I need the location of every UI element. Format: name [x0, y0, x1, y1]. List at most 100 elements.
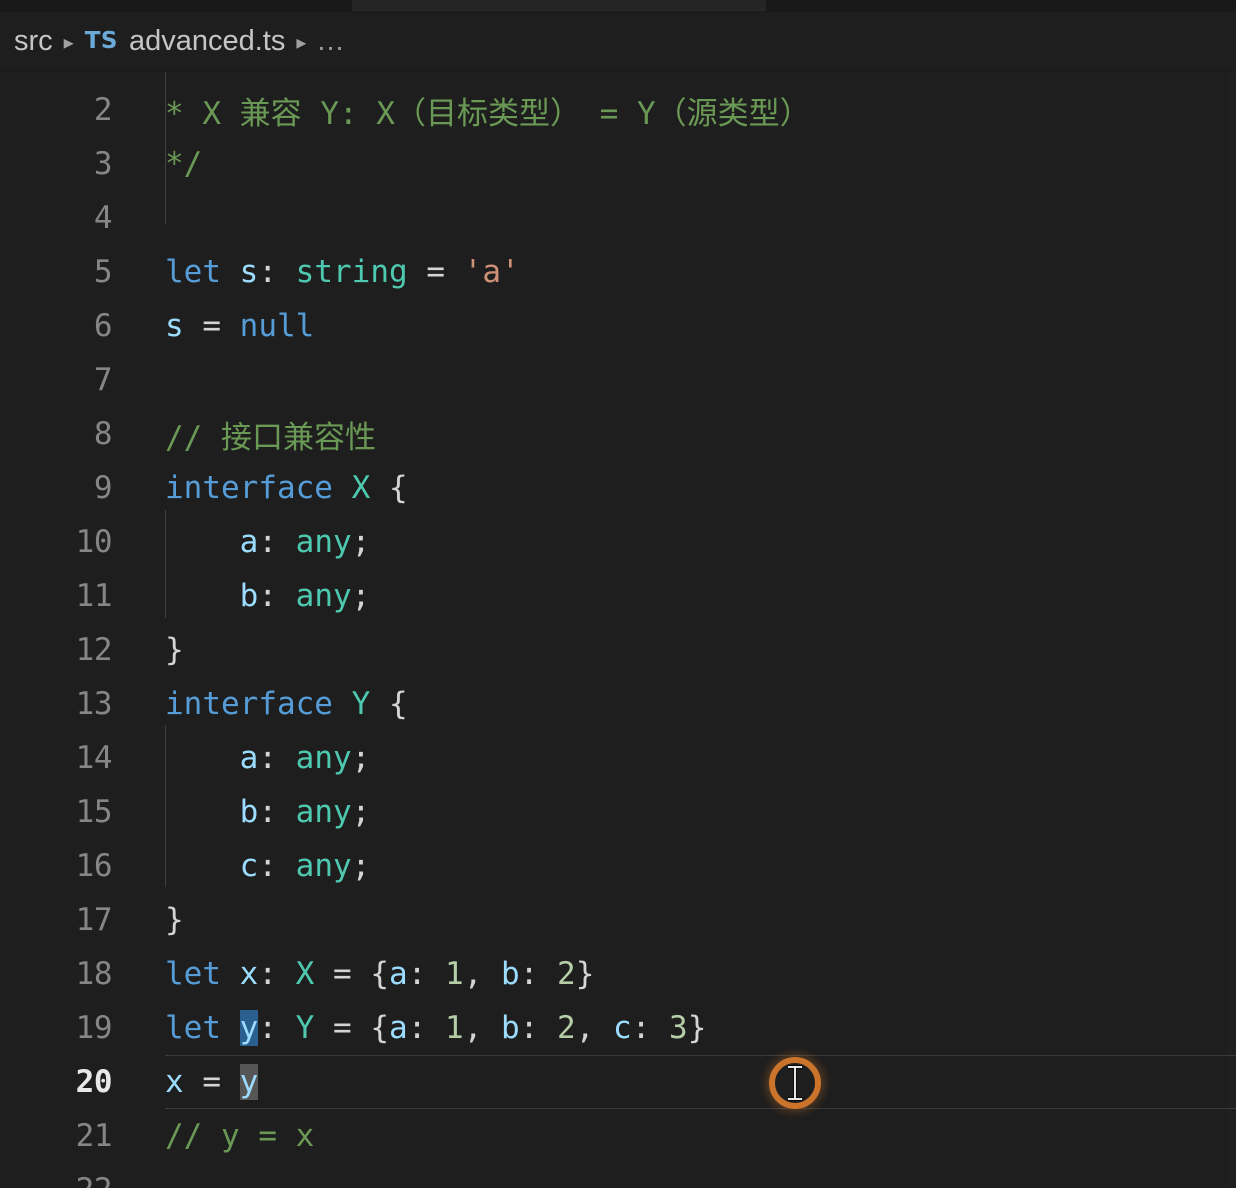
code-line-16[interactable]: 16 c: any; [0, 839, 1236, 893]
property-a: a [389, 956, 408, 992]
variable-s: s [165, 308, 184, 344]
code-line-5[interactable]: 5 let s: string = 'a' [0, 245, 1236, 299]
code-line-20-active[interactable]: 20 x = y [0, 1055, 1236, 1109]
line-content[interactable]: } [165, 632, 184, 668]
code-line-13[interactable]: 13 interface Y { [0, 677, 1236, 731]
line-number: 18 [75, 956, 113, 992]
code-line-14[interactable]: 14 a: any; [0, 731, 1236, 785]
breadcrumb-item-file[interactable]: advanced.ts [129, 27, 285, 56]
code-line-7[interactable]: 7 [0, 353, 1236, 407]
type-any: any [295, 740, 352, 776]
code-line-4[interactable]: 4 [0, 191, 1236, 245]
line-content[interactable]: let x: X = {a: 1, b: 2} [165, 956, 594, 992]
code-line-10[interactable]: 10 a: any; [0, 515, 1236, 569]
colon: : [519, 956, 558, 992]
code-line-15[interactable]: 15 b: any; [0, 785, 1236, 839]
line-content[interactable]: a: any; [165, 740, 371, 776]
breadcrumb-overflow[interactable]: ... [317, 25, 344, 58]
code-line-12[interactable]: 12 } [0, 623, 1236, 677]
colon: : [258, 794, 296, 830]
type-any: any [295, 848, 352, 884]
property-c: c [239, 848, 259, 884]
code-line-21[interactable]: 21 // y = x [0, 1109, 1236, 1163]
line-content[interactable]: b: any; [165, 578, 371, 614]
line-number: 17 [75, 902, 113, 938]
colon: : [407, 1010, 446, 1046]
code-line-22[interactable]: 22 [0, 1163, 1236, 1188]
line-content[interactable]: interface Y { [165, 686, 408, 722]
code-line-9[interactable]: 9 interface X { [0, 461, 1236, 515]
line-number: 21 [75, 1118, 113, 1154]
code-line-8[interactable]: 8 // 接口兼容性 [0, 407, 1236, 461]
breadcrumb: src ▸ TS advanced.ts ▸ ... [0, 12, 1236, 72]
keyword-let: let [165, 956, 221, 992]
code-line-11[interactable]: 11 b: any; [0, 569, 1236, 623]
code-surface[interactable]: 2 * X 兼容 Y: X（目标类型） = Y（源类型） 3 */ 4 5 le… [0, 72, 1236, 1188]
semicolon: ; [351, 740, 371, 776]
line-content[interactable]: // 接口兼容性 [165, 412, 376, 457]
line-content[interactable]: a: any; [165, 524, 371, 560]
line-content[interactable]: b: any; [165, 794, 371, 830]
line-content[interactable]: s = null [165, 308, 314, 344]
code-line-2[interactable]: 2 * X 兼容 Y: X（目标类型） = Y（源类型） [0, 83, 1236, 137]
breadcrumb-item-folder[interactable]: src [14, 27, 53, 56]
equals: = [183, 1064, 240, 1100]
line-number: 16 [75, 848, 113, 884]
tab-advanced-ts[interactable] [352, 0, 766, 11]
property-a: a [389, 1010, 408, 1046]
line-content[interactable]: // y = x [165, 1118, 314, 1154]
colon: : [258, 254, 296, 290]
close-brace: } [687, 1010, 707, 1046]
variable-s: s [239, 254, 259, 290]
chevron-right-icon: ▸ [63, 32, 74, 54]
line-content[interactable]: let y: Y = {a: 1, b: 2, c: 3} [165, 1010, 706, 1046]
close-brace: } [575, 956, 595, 992]
type-string: string [295, 254, 408, 290]
line-number-active: 20 [75, 1064, 113, 1100]
code-line-17[interactable]: 17 } [0, 893, 1236, 947]
line-content[interactable]: c: any; [165, 848, 371, 884]
number-2: 2 [557, 1010, 576, 1046]
type-any: any [295, 578, 352, 614]
property-b: b [501, 1010, 520, 1046]
comment-token: * X 兼容 Y: X（目标类型） = Y（源类型） [165, 95, 811, 132]
comment-token: // y = x [165, 1118, 315, 1154]
close-brace: } [165, 902, 184, 938]
line-number: 6 [93, 308, 113, 344]
line-number: 15 [75, 794, 113, 830]
line-content[interactable]: x = y [165, 1064, 259, 1100]
code-line-3[interactable]: 3 */ [0, 137, 1236, 191]
line-number: 2 [93, 92, 113, 128]
line-content[interactable]: let s: string = 'a' [165, 254, 520, 290]
semicolon: ; [351, 794, 371, 830]
line-content[interactable]: */ [165, 146, 202, 182]
code-line-18[interactable]: 18 let x: X = {a: 1, b: 2} [0, 947, 1236, 1001]
line-number: 7 [93, 362, 113, 398]
line-number: 12 [75, 632, 113, 668]
string-literal: 'a' [463, 254, 520, 290]
line-number: 13 [75, 686, 113, 722]
variable-y-selected: y [239, 1010, 259, 1046]
line-content[interactable]: interface X { [165, 470, 408, 506]
typescript-file-icon: TS [84, 27, 118, 54]
keyword-interface: interface [165, 686, 333, 722]
colon: : [631, 1010, 670, 1046]
comma: , [575, 1010, 614, 1046]
number-2: 2 [557, 956, 576, 992]
line-content[interactable]: } [165, 902, 184, 938]
comment-token: */ [165, 146, 203, 182]
code-line-6[interactable]: 6 s = null [0, 299, 1236, 353]
line-content[interactable]: * X 兼容 Y: X（目标类型） = Y（源类型） [165, 88, 811, 133]
open-brace: { [370, 1010, 390, 1046]
colon: : [258, 956, 296, 992]
type-x: X [295, 956, 315, 992]
code-editor[interactable]: 2 * X 兼容 Y: X（目标类型） = Y（源类型） 3 */ 4 5 le… [0, 72, 1236, 1188]
code-line-19[interactable]: 19 let y: Y = {a: 1, b: 2, c: 3} [0, 1001, 1236, 1055]
comma: , [463, 1010, 502, 1046]
